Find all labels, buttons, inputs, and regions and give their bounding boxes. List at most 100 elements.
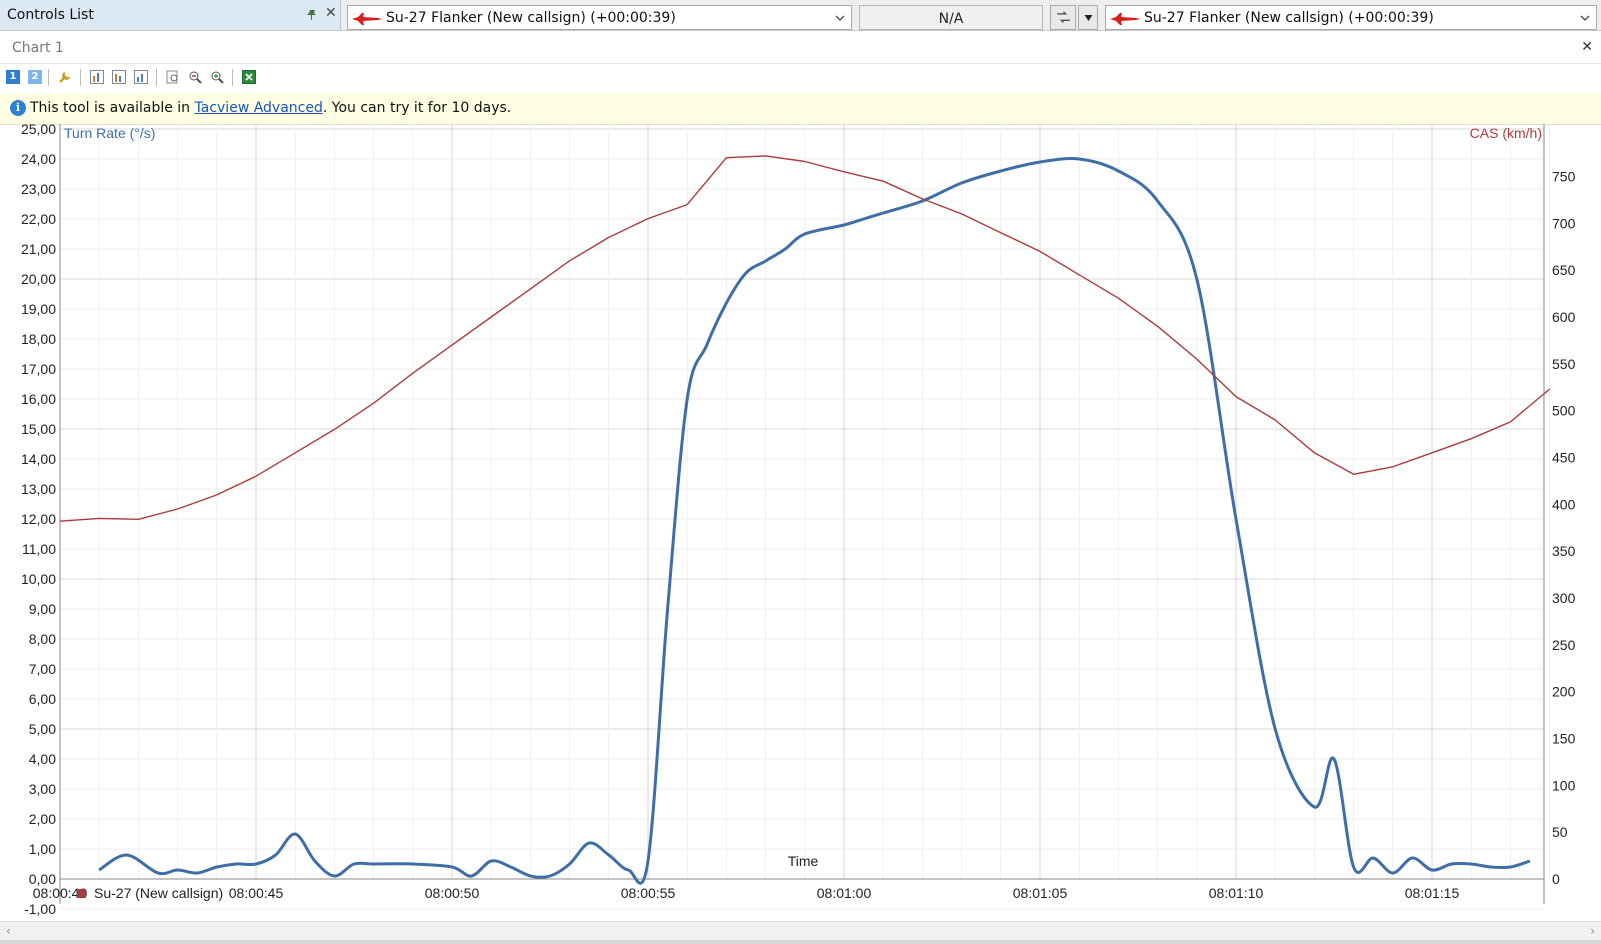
right-tick-label: -50 <box>1552 918 1572 920</box>
left-tick-label: 17,00 <box>21 361 56 377</box>
wrench-icon[interactable] <box>58 70 72 84</box>
info-message: This tool is available in Tacview Advanc… <box>30 100 511 116</box>
left-tick-label: -1,00 <box>24 901 56 917</box>
left-tick-label: 13,00 <box>21 481 56 497</box>
left-tick-label: 25,00 <box>21 124 56 137</box>
scroll-right-icon[interactable]: › <box>1590 924 1595 938</box>
top-bar: Controls List ✕ Su-27 Flanker (New calls… <box>0 0 1601 31</box>
chart-tab-title[interactable]: Chart 1 <box>12 40 64 56</box>
right-tick-label: 500 <box>1552 403 1576 419</box>
x-axis-ticks: 08:00:40 08:00:45 08:00:50 08:00:55 08:01:00… <box>33 885 1460 901</box>
left-tick-label: 11,00 <box>22 541 56 557</box>
left-tick-label: 20,00 <box>21 271 56 287</box>
controls-list-header: Controls List ✕ <box>0 0 341 30</box>
toolbar-separator <box>80 69 81 86</box>
left-tick-label: 19,00 <box>21 301 56 317</box>
left-axis-ticks: 25,00 24,00 23,00 22,00 21,00 20,00 19,00 18,00… <box>21 124 56 917</box>
excel-export-icon[interactable] <box>242 70 256 84</box>
left-tick-label: 21,00 <box>21 241 56 257</box>
chart-icon[interactable] <box>134 70 148 84</box>
turn-rate-series-line <box>98 157 1531 885</box>
left-tick-label: 24,00 <box>21 151 56 167</box>
right-tick-label: 550 <box>1552 356 1576 372</box>
controls-list-title: Controls List <box>7 7 94 23</box>
zoom-in-icon[interactable] <box>210 70 224 84</box>
x-tick-label: 08:01:00 <box>817 885 872 901</box>
object-selector-left[interactable]: Su-27 Flanker (New callsign) (+00:00:39) <box>347 5 852 30</box>
left-axis-label: Turn Rate (°/s) <box>64 125 155 141</box>
legend-swatch <box>77 889 86 898</box>
info-suffix: . You can try it for 10 days. <box>322 100 512 116</box>
left-tick-label: 16,00 <box>21 391 56 407</box>
chevron-down-icon[interactable] <box>1580 13 1590 23</box>
left-tick-label: 8,00 <box>29 631 56 647</box>
left-tick-label: 5,00 <box>29 721 56 737</box>
aircraft-icon <box>352 13 382 25</box>
aircraft-icon <box>1110 13 1140 25</box>
left-tick-label: 6,00 <box>29 691 56 707</box>
right-tick-label: 150 <box>1552 730 1576 746</box>
x-tick-label: 08:00:45 <box>229 885 284 901</box>
right-tick-label: 100 <box>1552 777 1576 793</box>
right-tick-label: 200 <box>1552 684 1576 700</box>
left-tick-label: 18,00 <box>21 331 56 347</box>
right-tick-label: 0 <box>1552 871 1560 887</box>
reference-field[interactable]: N/A <box>859 5 1043 30</box>
info-bar: i This tool is available in Tacview Adva… <box>0 93 1601 125</box>
right-tick-label: 600 <box>1552 309 1576 325</box>
right-tick-label: 350 <box>1552 543 1576 559</box>
right-tick-label: 300 <box>1552 590 1576 606</box>
x-axis-label: Time <box>788 853 819 869</box>
chevron-down-icon[interactable] <box>835 13 845 23</box>
right-tick-label: 700 <box>1552 215 1576 231</box>
object-selector-right-value: Su-27 Flanker (New callsign) (+00:00:39) <box>1144 10 1434 26</box>
right-tick-label: 400 <box>1552 496 1576 512</box>
x-tick-label: 08:00:50 <box>425 885 480 901</box>
toolbar-separator <box>156 69 157 86</box>
object-selector-left-value: Su-27 Flanker (New callsign) (+00:00:39) <box>386 10 676 26</box>
left-tick-label: 3,00 <box>29 781 56 797</box>
info-icon: i <box>10 100 26 116</box>
swap-icon <box>1057 11 1070 23</box>
left-tick-label: 10,00 <box>21 571 56 587</box>
number-2-icon[interactable]: 2 <box>28 70 42 84</box>
close-chart-icon[interactable]: ✕ <box>1581 39 1593 55</box>
left-tick-label: 9,00 <box>29 601 56 617</box>
chart-icon[interactable] <box>112 70 126 84</box>
chart-tab-header: Chart 1 ✕ <box>0 31 1601 64</box>
swap-button[interactable] <box>1050 5 1076 30</box>
left-tick-label: 23,00 <box>21 181 56 197</box>
chart-icon[interactable] <box>90 70 104 84</box>
right-tick-label: 50 <box>1552 824 1568 840</box>
close-icon[interactable]: ✕ <box>325 5 337 21</box>
left-tick-label: 1,00 <box>29 841 56 857</box>
x-tick-label: 08:01:10 <box>1209 885 1264 901</box>
right-tick-label: 650 <box>1552 262 1576 278</box>
left-tick-label: 12,00 <box>21 511 56 527</box>
info-prefix: This tool is available in <box>30 100 195 116</box>
toolbar-separator <box>48 69 49 86</box>
left-tick-label: 22,00 <box>21 211 56 227</box>
status-strip <box>0 940 1601 944</box>
toolbar-separator <box>232 69 233 86</box>
right-tick-label: 250 <box>1552 637 1576 653</box>
left-tick-label: 2,00 <box>29 811 56 827</box>
number-1-icon[interactable]: 1 <box>6 70 20 84</box>
swap-dropdown-button[interactable] <box>1078 5 1098 30</box>
turn-rate-cas-chart[interactable]: 25,00 24,00 23,00 22,00 21,00 20,00 19,00 18,00… <box>0 124 1601 920</box>
zoom-fit-icon[interactable] <box>166 70 180 84</box>
scroll-left-icon[interactable]: ‹ <box>6 924 11 938</box>
pin-icon[interactable] <box>306 9 318 21</box>
right-tick-label: 750 <box>1552 168 1576 184</box>
right-tick-label: 450 <box>1552 449 1576 465</box>
x-tick-label: 08:00:55 <box>621 885 676 901</box>
left-tick-label: 4,00 <box>29 751 56 767</box>
chart-toolbar: 1 2 <box>0 64 1601 92</box>
horizontal-scrollbar[interactable]: ‹ › <box>0 921 1601 941</box>
x-tick-label: 08:01:05 <box>1013 885 1068 901</box>
tacview-advanced-link[interactable]: Tacview Advanced <box>195 100 323 116</box>
zoom-out-icon[interactable] <box>188 70 202 84</box>
chart-grid <box>59 124 1551 910</box>
object-selector-right[interactable]: Su-27 Flanker (New callsign) (+00:00:39) <box>1105 5 1597 30</box>
legend-entry: Su-27 (New callsign) <box>94 885 223 901</box>
